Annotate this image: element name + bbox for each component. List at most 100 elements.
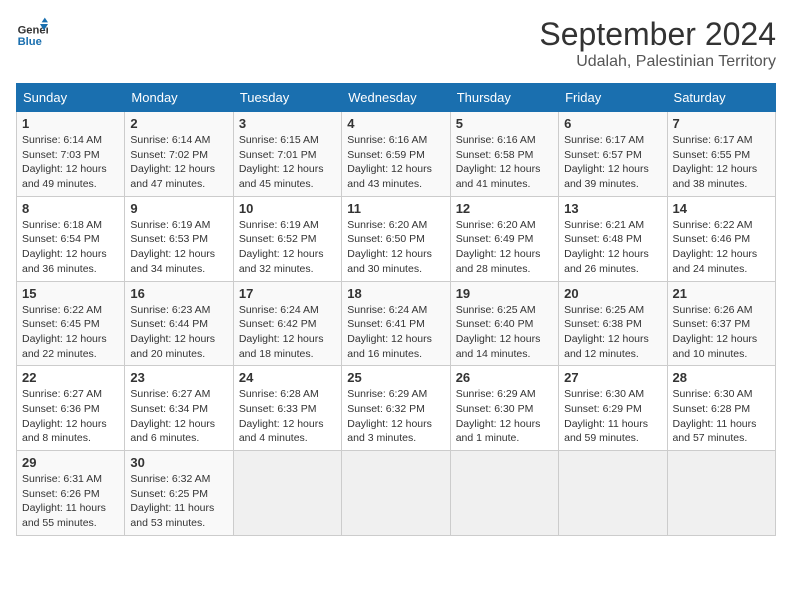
day-number: 26 xyxy=(456,370,553,385)
day-number: 14 xyxy=(673,201,770,216)
calendar-cell: 21Sunrise: 6:26 AMSunset: 6:37 PMDayligh… xyxy=(667,281,775,366)
calendar-cell: 2 Sunrise: 6:14 AMSunset: 7:02 PMDaylight… xyxy=(125,112,233,197)
day-info: Sunrise: 6:30 AMSunset: 6:28 PMDaylight:… xyxy=(673,387,770,446)
calendar-cell: 6 Sunrise: 6:17 AMSunset: 6:57 PMDaylight… xyxy=(559,112,667,197)
day-info: Sunrise: 6:19 AMSunset: 6:53 PMDaylight:… xyxy=(130,218,227,277)
day-info: Sunrise: 6:22 AMSunset: 6:45 PMDaylight:… xyxy=(22,303,119,362)
col-saturday: Saturday xyxy=(667,84,775,112)
calendar-cell xyxy=(450,451,558,536)
logo: General Blue xyxy=(16,16,48,48)
calendar-cell: 11 Sunrise: 6:20 AMSunset: 6:50 PMDayligh… xyxy=(342,196,450,281)
calendar-cell: 23 Sunrise: 6:27 AMSunset: 6:34 PMDayligh… xyxy=(125,366,233,451)
day-info: Sunrise: 6:27 AMSunset: 6:36 PMDaylight:… xyxy=(22,387,119,446)
day-number: 15 xyxy=(22,286,119,301)
col-friday: Friday xyxy=(559,84,667,112)
day-number: 17 xyxy=(239,286,336,301)
day-number: 24 xyxy=(239,370,336,385)
calendar-cell xyxy=(559,451,667,536)
day-number: 12 xyxy=(456,201,553,216)
day-info: Sunrise: 6:25 AMSunset: 6:40 PMDaylight:… xyxy=(456,303,553,362)
calendar-cell: 18 Sunrise: 6:24 AMSunset: 6:41 PMDayligh… xyxy=(342,281,450,366)
day-info: Sunrise: 6:16 AMSunset: 6:58 PMDaylight:… xyxy=(456,133,553,192)
day-info: Sunrise: 6:24 AMSunset: 6:41 PMDaylight:… xyxy=(347,303,444,362)
day-info: Sunrise: 6:27 AMSunset: 6:34 PMDaylight:… xyxy=(130,387,227,446)
calendar-week-1: 1 Sunrise: 6:14 AMSunset: 7:03 PMDaylight… xyxy=(17,112,776,197)
day-info: Sunrise: 6:16 AMSunset: 6:59 PMDaylight:… xyxy=(347,133,444,192)
calendar-cell: 12 Sunrise: 6:20 AMSunset: 6:49 PMDayligh… xyxy=(450,196,558,281)
day-number: 2 xyxy=(130,116,227,131)
day-info: Sunrise: 6:14 AMSunset: 7:02 PMDaylight:… xyxy=(130,133,227,192)
day-number: 19 xyxy=(456,286,553,301)
day-number: 1 xyxy=(22,116,119,131)
day-info: Sunrise: 6:28 AMSunset: 6:33 PMDaylight:… xyxy=(239,387,336,446)
day-number: 21 xyxy=(673,286,770,301)
col-monday: Monday xyxy=(125,84,233,112)
calendar-cell: 17 Sunrise: 6:24 AMSunset: 6:42 PMDayligh… xyxy=(233,281,341,366)
calendar-cell: 9 Sunrise: 6:19 AMSunset: 6:53 PMDaylight… xyxy=(125,196,233,281)
calendar-cell xyxy=(342,451,450,536)
day-info: Sunrise: 6:24 AMSunset: 6:42 PMDaylight:… xyxy=(239,303,336,362)
svg-text:Blue: Blue xyxy=(18,36,42,48)
calendar-cell: 25Sunrise: 6:29 AMSunset: 6:32 PMDayligh… xyxy=(342,366,450,451)
day-info: Sunrise: 6:14 AMSunset: 7:03 PMDaylight:… xyxy=(22,133,119,192)
day-info: Sunrise: 6:19 AMSunset: 6:52 PMDaylight:… xyxy=(239,218,336,277)
calendar-cell: 7Sunrise: 6:17 AMSunset: 6:55 PMDaylight… xyxy=(667,112,775,197)
day-number: 25 xyxy=(347,370,444,385)
day-info: Sunrise: 6:25 AMSunset: 6:38 PMDaylight:… xyxy=(564,303,661,362)
day-info: Sunrise: 6:21 AMSunset: 6:48 PMDaylight:… xyxy=(564,218,661,277)
day-number: 8 xyxy=(22,201,119,216)
calendar-cell xyxy=(233,451,341,536)
day-number: 11 xyxy=(347,201,444,216)
day-info: Sunrise: 6:17 AMSunset: 6:57 PMDaylight:… xyxy=(564,133,661,192)
month-title: September 2024 xyxy=(539,16,776,53)
day-number: 18 xyxy=(347,286,444,301)
day-info: Sunrise: 6:23 AMSunset: 6:44 PMDaylight:… xyxy=(130,303,227,362)
calendar-cell: 24 Sunrise: 6:28 AMSunset: 6:33 PMDayligh… xyxy=(233,366,341,451)
title-block: September 2024 Udalah, Palestinian Terri… xyxy=(539,16,776,71)
calendar-cell: 28Sunrise: 6:30 AMSunset: 6:28 PMDayligh… xyxy=(667,366,775,451)
calendar-cell: 30 Sunrise: 6:32 AMSunset: 6:25 PMDayligh… xyxy=(125,451,233,536)
calendar-cell: 5 Sunrise: 6:16 AMSunset: 6:58 PMDaylight… xyxy=(450,112,558,197)
day-number: 22 xyxy=(22,370,119,385)
day-info: Sunrise: 6:32 AMSunset: 6:25 PMDaylight:… xyxy=(130,472,227,531)
calendar-cell: 29Sunrise: 6:31 AMSunset: 6:26 PMDayligh… xyxy=(17,451,125,536)
calendar-cell: 26 Sunrise: 6:29 AMSunset: 6:30 PMDayligh… xyxy=(450,366,558,451)
day-number: 6 xyxy=(564,116,661,131)
day-info: Sunrise: 6:15 AMSunset: 7:01 PMDaylight:… xyxy=(239,133,336,192)
calendar-cell: 13 Sunrise: 6:21 AMSunset: 6:48 PMDayligh… xyxy=(559,196,667,281)
day-number: 30 xyxy=(130,455,227,470)
day-info: Sunrise: 6:22 AMSunset: 6:46 PMDaylight:… xyxy=(673,218,770,277)
day-number: 5 xyxy=(456,116,553,131)
day-number: 9 xyxy=(130,201,227,216)
page-header: General Blue September 2024 Udalah, Pale… xyxy=(16,16,776,71)
day-number: 20 xyxy=(564,286,661,301)
day-info: Sunrise: 6:20 AMSunset: 6:50 PMDaylight:… xyxy=(347,218,444,277)
day-number: 16 xyxy=(130,286,227,301)
calendar-cell: 19 Sunrise: 6:25 AMSunset: 6:40 PMDayligh… xyxy=(450,281,558,366)
day-number: 13 xyxy=(564,201,661,216)
calendar-table: Sunday Monday Tuesday Wednesday Thursday… xyxy=(16,83,776,536)
day-info: Sunrise: 6:18 AMSunset: 6:54 PMDaylight:… xyxy=(22,218,119,277)
calendar-cell: 4 Sunrise: 6:16 AMSunset: 6:59 PMDaylight… xyxy=(342,112,450,197)
day-info: Sunrise: 6:30 AMSunset: 6:29 PMDaylight:… xyxy=(564,387,661,446)
calendar-cell: 27Sunrise: 6:30 AMSunset: 6:29 PMDayligh… xyxy=(559,366,667,451)
day-info: Sunrise: 6:20 AMSunset: 6:49 PMDaylight:… xyxy=(456,218,553,277)
day-number: 7 xyxy=(673,116,770,131)
day-info: Sunrise: 6:29 AMSunset: 6:30 PMDaylight:… xyxy=(456,387,553,446)
calendar-cell: 22 Sunrise: 6:27 AMSunset: 6:36 PMDayligh… xyxy=(17,366,125,451)
col-wednesday: Wednesday xyxy=(342,84,450,112)
logo-icon: General Blue xyxy=(16,16,48,48)
day-number: 10 xyxy=(239,201,336,216)
header-row: Sunday Monday Tuesday Wednesday Thursday… xyxy=(17,84,776,112)
calendar-week-5: 29Sunrise: 6:31 AMSunset: 6:26 PMDayligh… xyxy=(17,451,776,536)
calendar-cell: 10 Sunrise: 6:19 AMSunset: 6:52 PMDayligh… xyxy=(233,196,341,281)
calendar-cell: 15 Sunrise: 6:22 AMSunset: 6:45 PMDayligh… xyxy=(17,281,125,366)
calendar-cell xyxy=(667,451,775,536)
calendar-cell: 3Sunrise: 6:15 AMSunset: 7:01 PMDaylight… xyxy=(233,112,341,197)
day-info: Sunrise: 6:31 AMSunset: 6:26 PMDaylight:… xyxy=(22,472,119,531)
col-tuesday: Tuesday xyxy=(233,84,341,112)
location-subtitle: Udalah, Palestinian Territory xyxy=(539,53,776,71)
calendar-week-4: 22 Sunrise: 6:27 AMSunset: 6:36 PMDayligh… xyxy=(17,366,776,451)
day-number: 4 xyxy=(347,116,444,131)
day-number: 23 xyxy=(130,370,227,385)
